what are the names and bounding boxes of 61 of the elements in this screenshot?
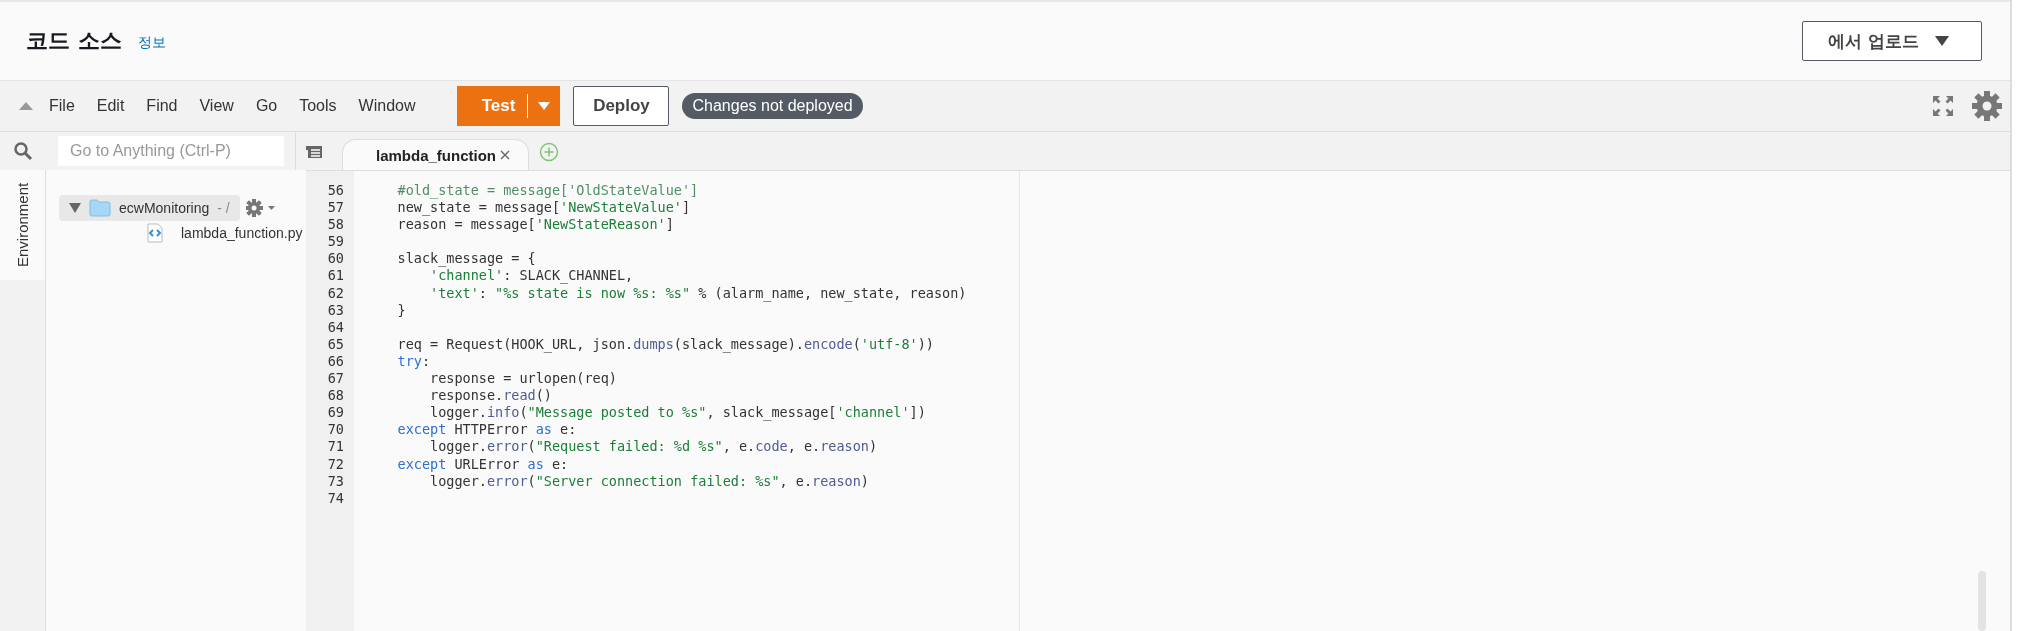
code-file-icon xyxy=(147,223,163,243)
line-number: 61 xyxy=(326,267,345,285)
line-number: 64 xyxy=(326,318,345,336)
code-line: 'text': "%s state is now %s: %s" % (alarm_name, new_state, reason) xyxy=(429,284,967,301)
code-line: #old_state = message['OldStateValue'] xyxy=(396,182,699,198)
settings-icon[interactable] xyxy=(246,199,276,217)
line-number: 65 xyxy=(326,335,345,353)
code-line: logger.info("Message posted to %s", slack_message['channel']) xyxy=(429,404,926,421)
line-number: 66 xyxy=(326,352,345,371)
code-line: slack_message = { xyxy=(396,250,536,267)
settings-icon[interactable] xyxy=(1972,91,2002,121)
line-number: 63 xyxy=(326,301,345,319)
code-line: reason = message['NewStateReason'] xyxy=(396,216,674,233)
code-line: response.read() xyxy=(429,387,552,404)
code-line: 'channel': SLACK_CHANNEL, xyxy=(429,267,634,284)
code-line: response = urlopen(req) xyxy=(429,370,617,387)
code-line: new_state = message['NewStateValue'] xyxy=(396,199,691,216)
menu-item[interactable]: Find xyxy=(146,97,178,115)
menu-item[interactable]: File xyxy=(49,97,75,115)
expand-icon[interactable] xyxy=(69,203,81,213)
line-number: 56 xyxy=(326,182,345,200)
search-icon[interactable] xyxy=(13,141,33,161)
line-number: 74 xyxy=(326,489,345,507)
collapse-icon[interactable] xyxy=(19,102,33,110)
code-line: logger.error("Request failed: %d %s", e.code, e.reason) xyxy=(429,438,878,455)
line-number: 73 xyxy=(326,472,345,490)
deploy-button[interactable]: Deploy xyxy=(573,86,670,126)
menu-item[interactable]: Edit xyxy=(96,97,125,115)
file-tab[interactable]: lambda_function xyxy=(342,139,529,170)
search-field[interactable]: Go to Anything (Ctrl-P) xyxy=(58,136,284,166)
section-title: 코드 소스 xyxy=(26,27,122,55)
line-number: 60 xyxy=(326,250,345,268)
menu-item[interactable]: Go xyxy=(255,97,278,115)
line-number: 70 xyxy=(326,421,345,439)
line-number: 68 xyxy=(326,387,345,405)
close-icon[interactable] xyxy=(500,150,510,160)
line-number: 67 xyxy=(326,370,345,388)
info-link[interactable]: 정보 xyxy=(137,34,166,52)
menu-item[interactable]: Tools xyxy=(299,97,337,115)
environment-tab[interactable]: Environment xyxy=(0,170,45,280)
code-line: } xyxy=(396,301,406,318)
line-number: 62 xyxy=(326,284,345,302)
folder-item[interactable]: ecwMonitoring - / xyxy=(59,195,240,221)
caret-icon[interactable] xyxy=(538,102,551,110)
status-badge: Changes not deployed xyxy=(682,93,863,119)
code-line: except HTTPError as e: xyxy=(396,421,577,438)
upload-button[interactable]: 에서 업로드 xyxy=(1802,21,1982,61)
folder-icon xyxy=(89,199,111,217)
line-number: 72 xyxy=(326,455,345,473)
line-number: 71 xyxy=(326,438,345,456)
code-line: req = Request(HOOK_URL, json.dumps(slack_message).encode('utf-8')) xyxy=(396,335,934,352)
line-number: 57 xyxy=(326,199,345,217)
menu-item[interactable]: View xyxy=(199,97,234,115)
code-line: logger.error("Server connection failed: %s", e.reason) xyxy=(429,472,869,489)
menu-item[interactable]: Window xyxy=(358,97,416,115)
python-file-item[interactable]: lambda_function.py xyxy=(143,223,307,243)
fullscreen-icon[interactable] xyxy=(1932,95,1954,117)
line-number: 69 xyxy=(326,404,345,422)
code-line: try: xyxy=(396,352,431,369)
caret-icon xyxy=(1935,36,1949,46)
code-line: except URLError as e: xyxy=(396,455,569,472)
